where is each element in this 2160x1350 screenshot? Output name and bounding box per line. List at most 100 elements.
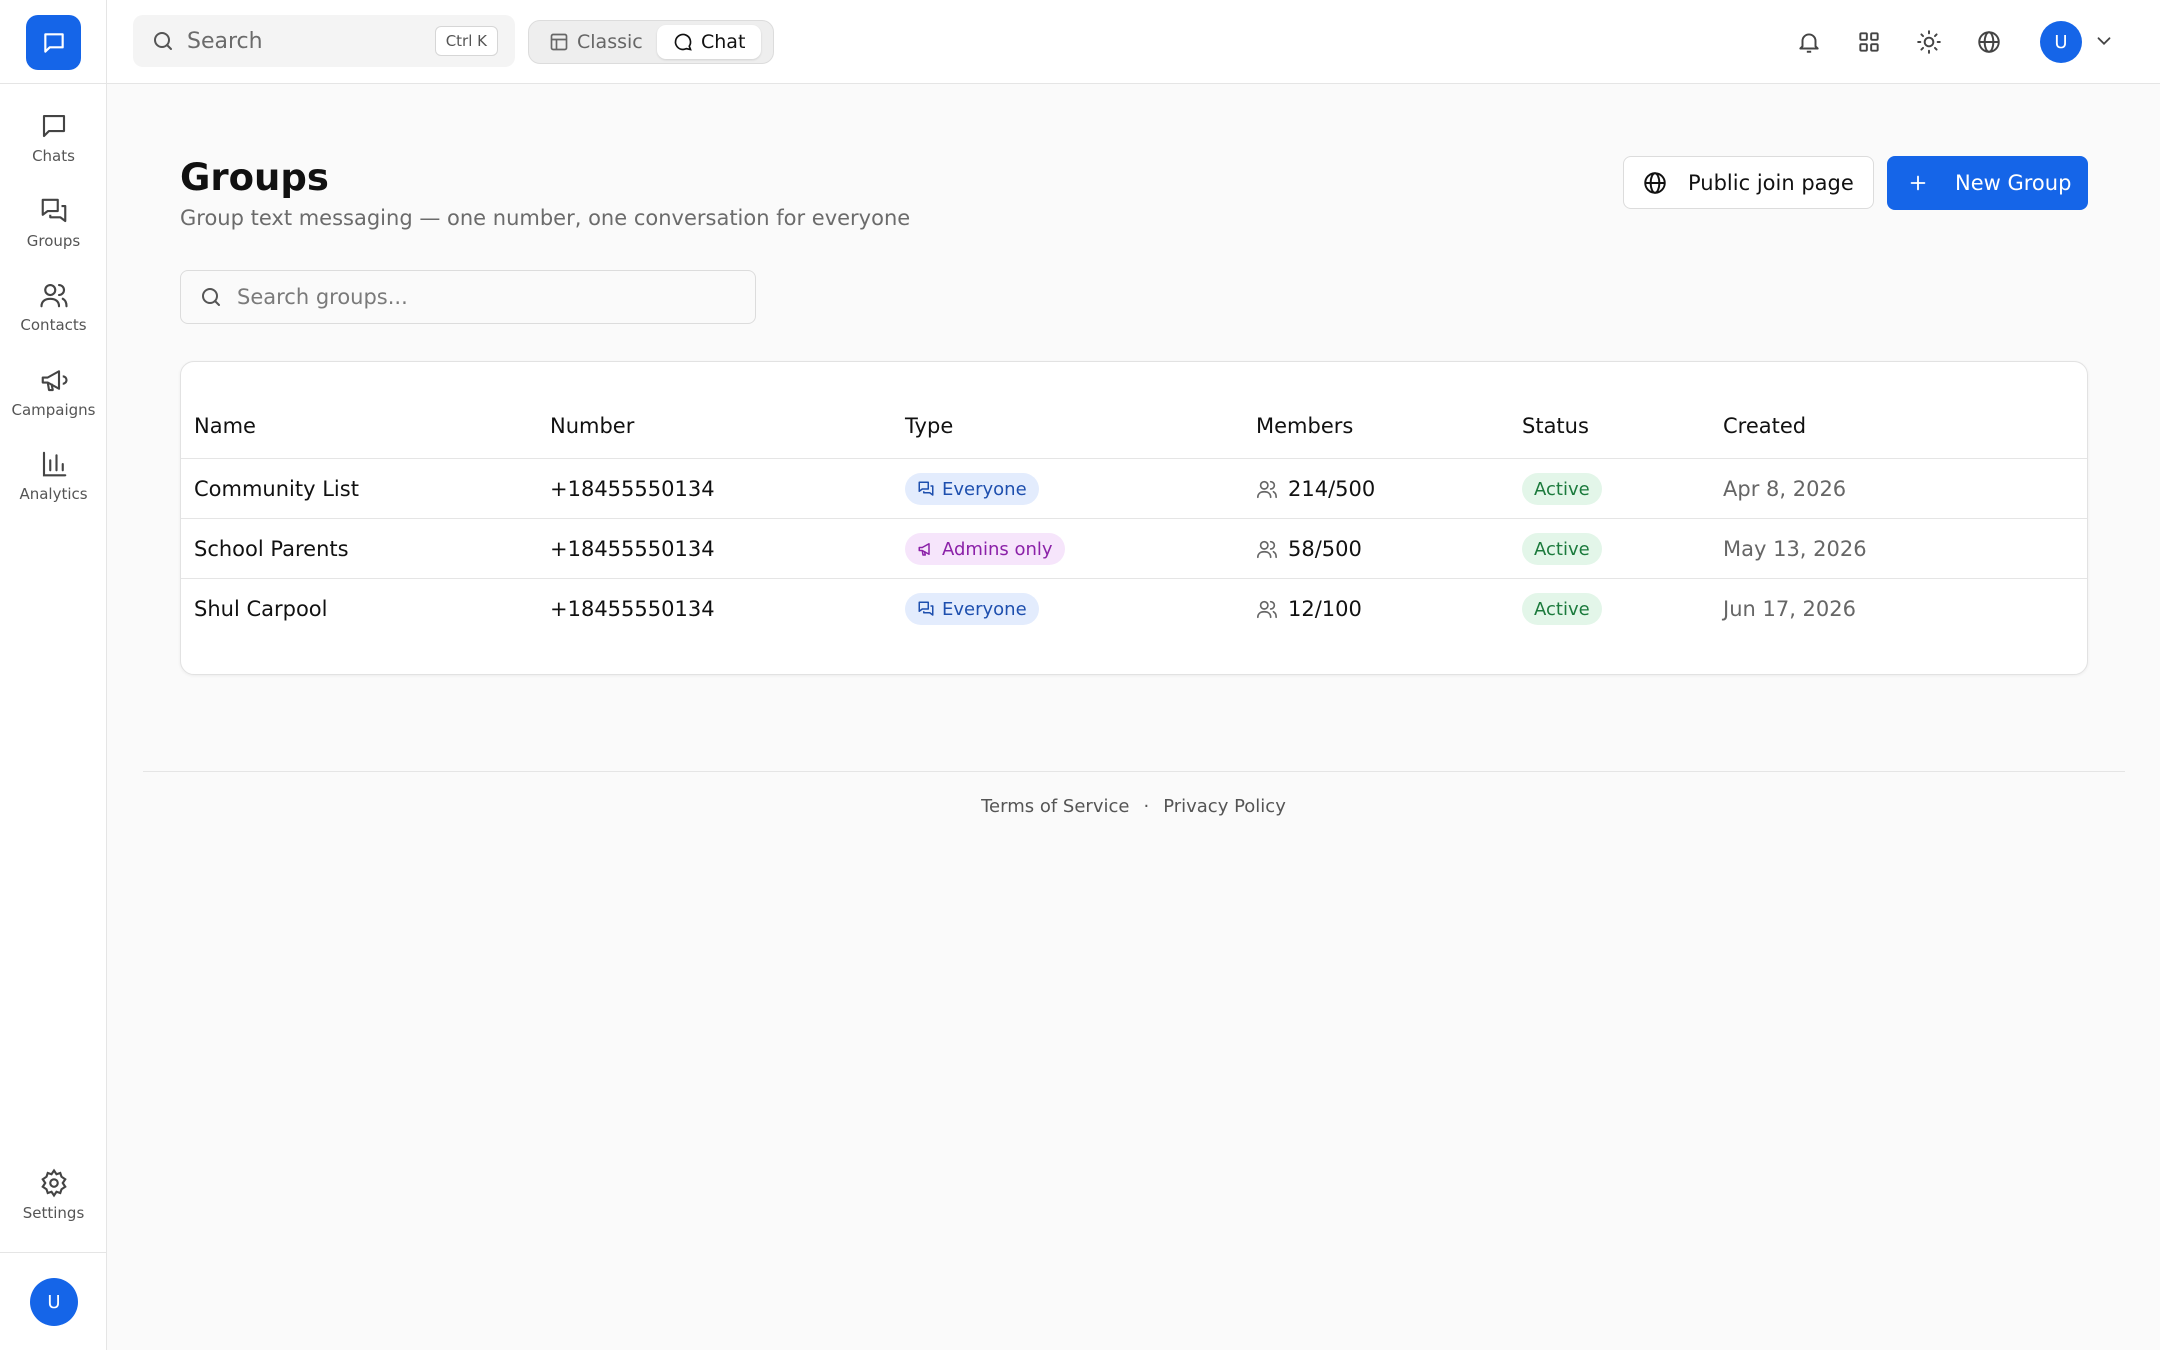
message-square-icon — [43, 32, 64, 53]
view-toggle: Classic Chat — [528, 20, 774, 64]
page-subtitle: Group text messaging — one number, one c… — [180, 206, 911, 230]
group-name: Shul Carpool — [194, 597, 328, 621]
sidebar-item-contacts[interactable]: Contacts — [0, 268, 107, 346]
message-square-icon — [42, 114, 65, 138]
public-join-page-button[interactable]: Public join page — [1623, 156, 1874, 209]
sidebar-item-label: Contacts — [20, 316, 87, 334]
status-badge: Active — [1522, 473, 1602, 505]
bell-icon — [1799, 33, 1819, 53]
users-icon — [1257, 480, 1277, 499]
avatar[interactable]: U — [30, 1278, 78, 1326]
members-count: 12/100 — [1288, 597, 1362, 621]
sidebar-divider — [0, 1252, 107, 1253]
search-label: Search — [187, 28, 263, 54]
members-cell: 58/500 — [1256, 519, 1362, 579]
plus-icon — [1910, 175, 1926, 191]
toggle-chat[interactable]: Chat — [657, 25, 762, 59]
members-count: 58/500 — [1288, 537, 1362, 561]
app-logo[interactable] — [26, 15, 81, 70]
sidebar-divider — [0, 83, 107, 84]
members-cell: 214/500 — [1256, 459, 1375, 519]
global-search[interactable]: Search Ctrl K — [133, 15, 515, 67]
column-header-created: Created — [1723, 414, 1807, 438]
footer-separator: · — [1143, 796, 1150, 817]
sidebar-item-label: Analytics — [19, 485, 88, 503]
terms-link[interactable]: Terms of Service — [981, 796, 1129, 817]
language-button[interactable] — [1971, 24, 2007, 60]
type-label: Admins only — [942, 538, 1053, 560]
user-avatar[interactable]: U — [2040, 21, 2082, 63]
column-header-name: Name — [194, 414, 256, 438]
messages-icon — [918, 481, 934, 496]
column-header-number: Number — [550, 414, 635, 438]
sun-icon — [1917, 30, 1941, 54]
messages-icon — [41, 198, 66, 223]
members-cell: 12/100 — [1256, 579, 1362, 639]
user-menu-toggle[interactable] — [2093, 30, 2115, 56]
grid-icon — [1859, 32, 1879, 52]
type-cell: Everyone — [905, 459, 1039, 519]
new-group-button[interactable]: New Group — [1887, 156, 2088, 210]
sidebar-item-settings[interactable]: Settings — [0, 1156, 107, 1234]
members-count: 214/500 — [1288, 477, 1376, 501]
toggle-classic-label: Classic — [577, 31, 643, 53]
status-cell: Active — [1522, 519, 1602, 579]
sidebar-item-analytics[interactable]: Analytics — [0, 437, 107, 515]
page-title: Groups — [180, 156, 329, 199]
search-icon — [154, 32, 172, 50]
message-circle-icon — [674, 33, 692, 51]
status-cell: Active — [1522, 459, 1602, 519]
group-number: +18455550134 — [550, 477, 715, 501]
sidebar-item-campaigns[interactable]: Campaigns — [0, 353, 107, 431]
groups-table: Name Number Type Members Status Created … — [180, 361, 2088, 675]
table-row[interactable]: School Parents +18455550134 Admins only … — [181, 519, 2087, 579]
sidebar-item-label: Settings — [22, 1204, 85, 1222]
theme-toggle-button[interactable] — [1911, 24, 1947, 60]
status-cell: Active — [1522, 579, 1602, 639]
footer-divider — [143, 771, 2125, 772]
type-badge: Admins only — [905, 533, 1065, 565]
top-bar: Search Ctrl K Classic Chat U — [107, 0, 2160, 84]
group-search-field[interactable] — [180, 270, 756, 324]
toggle-chat-label: Chat — [701, 31, 746, 53]
gear-icon — [40, 1168, 67, 1198]
table-row[interactable]: Community List +18455550134 Everyone 214… — [181, 459, 2087, 519]
type-badge: Everyone — [905, 473, 1039, 505]
megaphone-icon — [918, 543, 930, 556]
sidebar-item-label: Groups — [26, 232, 81, 250]
privacy-link[interactable]: Privacy Policy — [1163, 796, 1286, 817]
sidebar: Chats Groups Contacts Campaigns Analytic… — [0, 0, 107, 1350]
group-name: School Parents — [194, 537, 349, 561]
apps-button[interactable] — [1851, 24, 1887, 60]
type-badge: Everyone — [905, 593, 1039, 625]
group-number: +18455550134 — [550, 597, 715, 621]
sidebar-item-groups[interactable]: Groups — [0, 184, 107, 262]
search-shortcut: Ctrl K — [434, 26, 498, 56]
notifications-button[interactable] — [1791, 24, 1827, 60]
chevron-down-icon — [2097, 37, 2111, 46]
public-join-page-label: Public join page — [1688, 170, 1854, 195]
globe-icon — [1978, 31, 2000, 53]
toggle-classic[interactable]: Classic — [533, 25, 659, 59]
sidebar-item-chats[interactable]: Chats — [0, 99, 107, 177]
type-label: Everyone — [942, 598, 1027, 620]
created-date: Apr 8, 2026 — [1723, 477, 1847, 501]
group-search-input[interactable] — [237, 285, 737, 309]
megaphone-icon — [41, 370, 68, 392]
table-row[interactable]: Shul Carpool +18455550134 Everyone 12/10… — [181, 579, 2087, 639]
bar-chart-icon — [42, 451, 66, 477]
users-icon — [1257, 540, 1277, 559]
created-date: Jun 17, 2026 — [1723, 597, 1857, 621]
type-label: Everyone — [942, 478, 1027, 500]
type-cell: Admins only — [905, 519, 1065, 579]
layout-icon — [550, 33, 568, 51]
status-badge: Active — [1522, 593, 1602, 625]
type-cell: Everyone — [905, 579, 1039, 639]
created-date: May 13, 2026 — [1723, 537, 1867, 561]
column-header-status: Status — [1522, 414, 1589, 438]
group-number: +18455550134 — [550, 537, 715, 561]
messages-icon — [918, 601, 934, 616]
status-badge: Active — [1522, 533, 1602, 565]
footer: Terms of Service · Privacy Policy — [0, 796, 2160, 817]
column-header-members: Members — [1256, 414, 1354, 438]
